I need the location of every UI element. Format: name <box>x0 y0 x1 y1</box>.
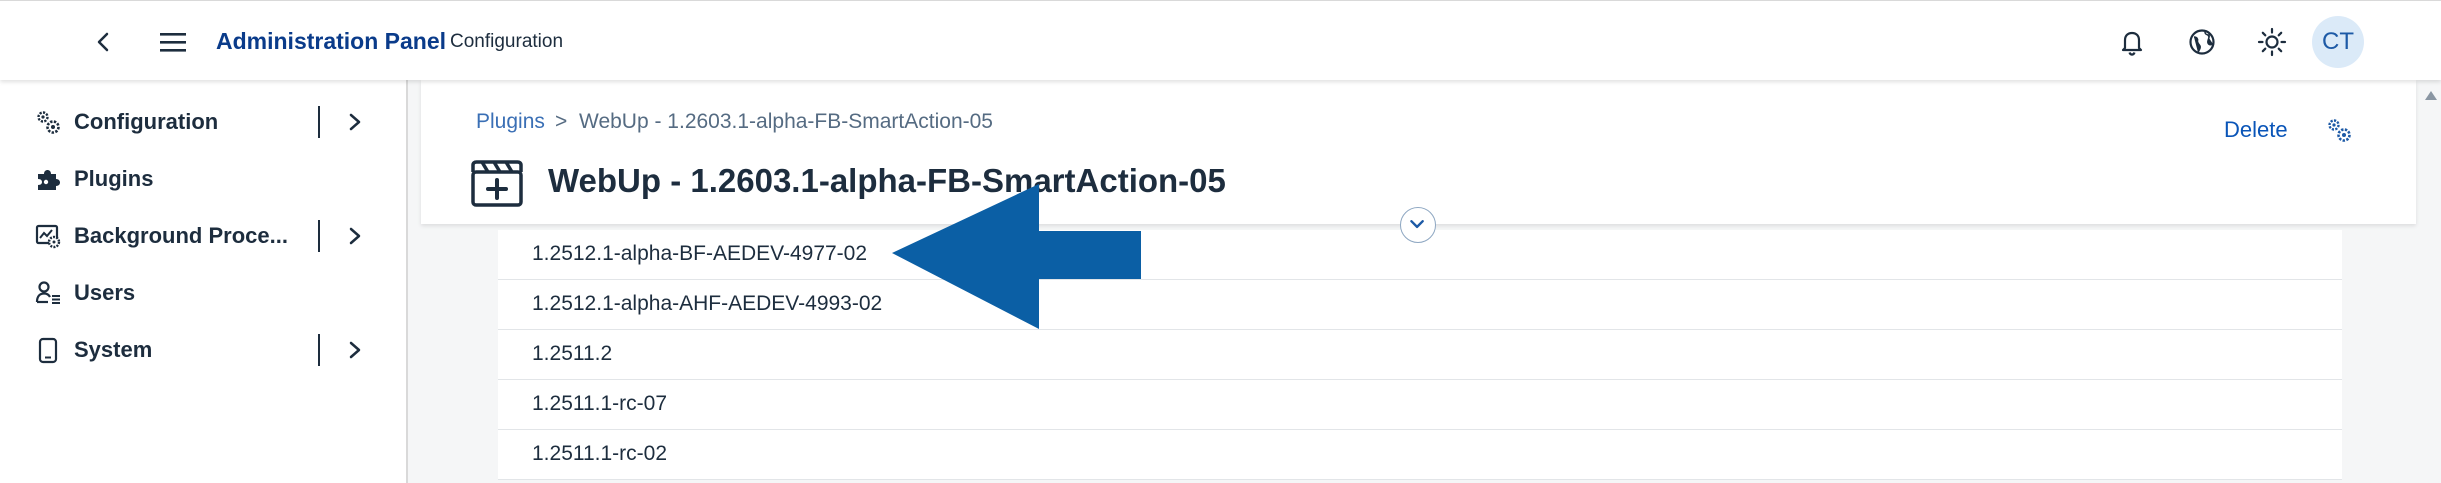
divider <box>318 106 320 138</box>
app-title: Administration Panel <box>216 28 447 54</box>
sidebar-item-background-processes[interactable]: Background Proce... <box>0 214 406 258</box>
version-list: 1.2512.1-alpha-BF-AEDEV-4977-02 1.2512.1… <box>498 230 2342 480</box>
gears-icon <box>37 111 60 134</box>
notification-bell-icon[interactable] <box>2115 25 2149 59</box>
globe-icon[interactable] <box>2185 25 2219 59</box>
sidebar-item-system[interactable]: System <box>0 328 406 372</box>
users-icon <box>35 281 60 304</box>
theme-sun-icon[interactable] <box>2255 25 2289 59</box>
chevron-right-icon[interactable] <box>344 338 366 362</box>
clapperboard-add-icon <box>471 160 523 207</box>
list-item[interactable]: 1.2511.1-rc-02 <box>498 430 2342 480</box>
sidebar-item-label: Users <box>74 280 136 305</box>
device-icon <box>38 337 58 364</box>
collapse-header-button[interactable] <box>1400 207 1436 243</box>
settings-gears-icon[interactable] <box>2324 115 2354 145</box>
sidebar-item-label: Plugins <box>74 166 154 191</box>
puzzle-icon <box>38 170 60 190</box>
breadcrumb-current: WebUp - 1.2603.1-alpha-FB-SmartAction-05 <box>579 110 993 133</box>
divider <box>318 220 320 252</box>
list-item[interactable]: 1.2511.2 <box>498 330 2342 380</box>
shell-bar: Administration Panel Configuration CT <box>0 0 2441 80</box>
sidebar-item-label: System <box>74 337 153 362</box>
sidebar-item-plugins[interactable]: Plugins <box>0 157 406 201</box>
sidebar-item-label: Background Proce... <box>74 223 288 248</box>
delete-button[interactable]: Delete <box>2224 117 2288 143</box>
sidebar-item-label: Configuration <box>74 109 219 134</box>
chevron-down-icon <box>1410 220 1424 229</box>
chevron-right-icon[interactable] <box>344 224 366 248</box>
side-navigation: Configuration Plugins Background Proce..… <box>0 80 408 483</box>
hamburger-menu-icon[interactable] <box>157 27 189 57</box>
annotation-arrow-icon <box>892 184 1141 329</box>
list-item[interactable]: 1.2512.1-alpha-AHF-AEDEV-4993-02 <box>498 280 2342 330</box>
scrollbar[interactable] <box>2421 80 2441 483</box>
background-process-icon <box>35 224 61 249</box>
object-page-header <box>421 80 2416 224</box>
breadcrumb-separator: > <box>555 110 568 133</box>
list-item[interactable]: 1.2511.1-rc-07 <box>498 380 2342 430</box>
back-arrow-icon[interactable] <box>88 27 118 57</box>
divider <box>318 334 320 366</box>
sidebar-item-users[interactable]: Users <box>0 271 406 315</box>
app-subtitle: Configuration <box>450 31 564 52</box>
user-avatar[interactable]: CT <box>2312 16 2364 68</box>
breadcrumb-link-plugins[interactable]: Plugins <box>476 110 545 134</box>
scroll-up-arrow-icon[interactable] <box>2423 88 2439 102</box>
sidebar-item-configuration[interactable]: Configuration <box>0 100 406 144</box>
chevron-right-icon[interactable] <box>344 110 366 134</box>
